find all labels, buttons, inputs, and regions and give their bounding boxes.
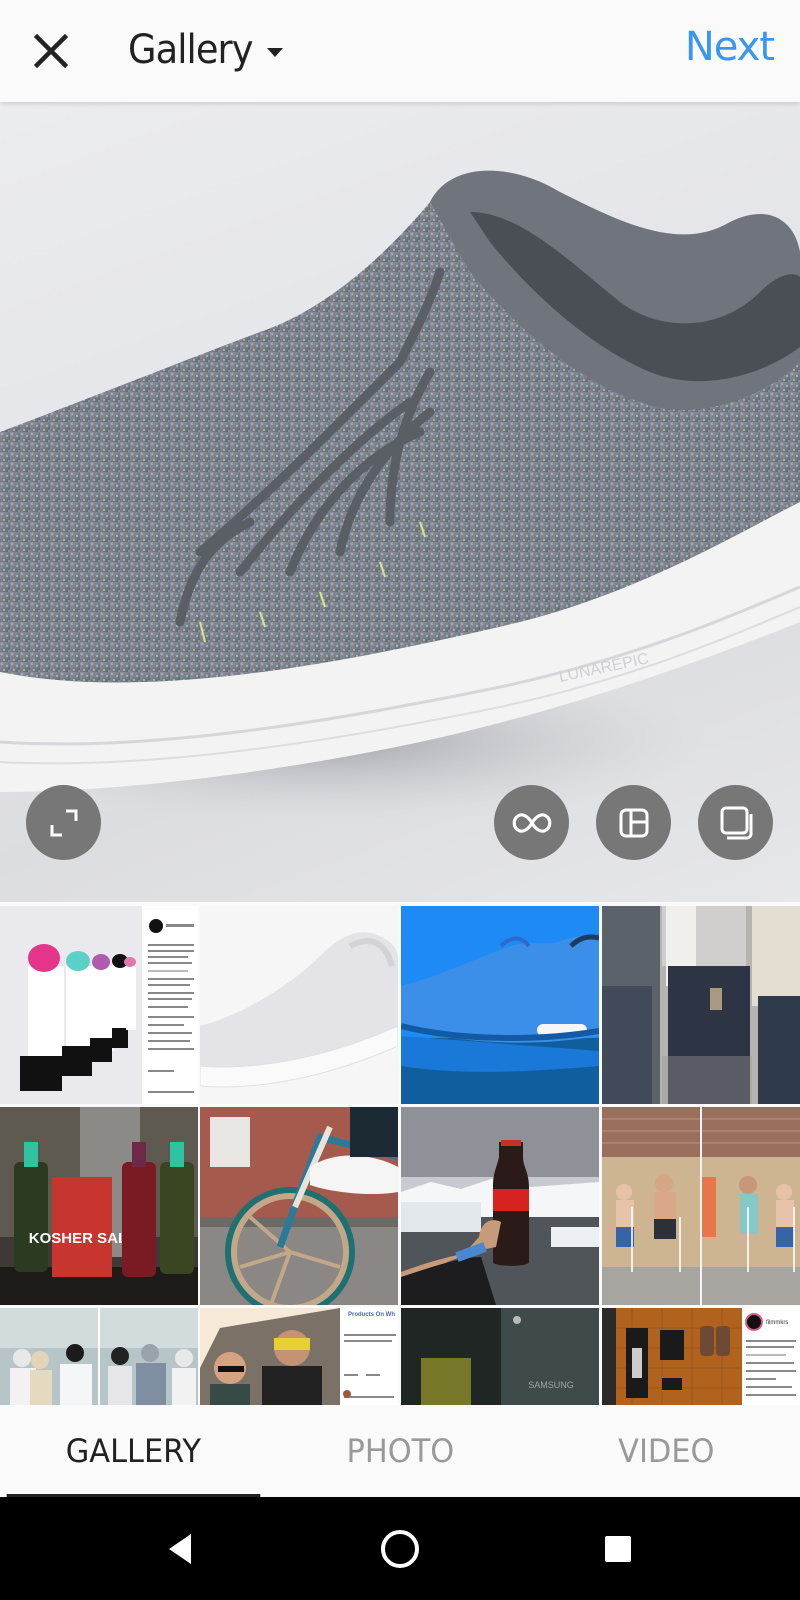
kosher-label: KOSHER SALT (29, 1230, 135, 1247)
thumbnail-blue-sneaker (401, 906, 599, 1104)
layout-button[interactable] (596, 785, 671, 860)
album-selector[interactable]: Gallery (128, 22, 284, 78)
mode-tabs: GALLERY PHOTO VIDEO (0, 1405, 800, 1497)
post-page: Products On Wh (348, 1312, 395, 1318)
gallery-thumbnail[interactable] (0, 1308, 198, 1405)
page-title: Gallery (128, 27, 254, 73)
photo-preview[interactable]: LUNAREPIC (0, 102, 800, 902)
gallery-thumbnail[interactable] (602, 1107, 800, 1305)
tab-video[interactable]: VIDEO (540, 1405, 793, 1497)
gallery-grid: KOSHER SALT Products On Wh SAMSUNG filmm… (0, 902, 800, 1405)
thumbnail-bmx-bike (200, 1107, 398, 1305)
layout-icon (619, 808, 648, 837)
home-icon (381, 1530, 419, 1568)
recents-button[interactable] (588, 1521, 648, 1577)
gallery-thumbnail[interactable]: SAMSUNG (401, 1308, 599, 1405)
select-multiple-button[interactable] (698, 785, 773, 860)
thumbnail-white-sneaker (200, 906, 398, 1104)
gallery-thumbnail[interactable] (401, 1107, 599, 1305)
back-button[interactable] (150, 1521, 210, 1577)
thumbnail-pedestrians (0, 1308, 198, 1405)
tab-gallery[interactable]: GALLERY (6, 1405, 260, 1497)
thumbnail-jeans (602, 906, 800, 1104)
preview-image: LUNAREPIC (0, 170, 800, 822)
infinity-icon (512, 812, 551, 833)
thumbnail-vr-glasses-post: Products On Wh (200, 1308, 398, 1405)
thumbnail-samsung: SAMSUNG (401, 1308, 599, 1405)
close-button[interactable] (28, 28, 74, 74)
gallery-thumbnail[interactable] (401, 906, 599, 1104)
caret-down-icon (267, 47, 284, 57)
multiple-select-icon (720, 806, 752, 839)
post-user: filmmkrs (766, 1320, 788, 1326)
gallery-thumbnail[interactable]: KOSHER SALT (0, 1107, 198, 1305)
gallery-thumbnail[interactable]: Products On Wh (200, 1308, 398, 1405)
app: Gallery Next LUNAREPIC KOSHER SALT Produ… (0, 0, 800, 1600)
thumbnail-fountain-kids (602, 1107, 800, 1305)
tab-photo[interactable]: PHOTO (273, 1405, 526, 1497)
header: Gallery Next (0, 0, 800, 102)
close-icon (34, 34, 68, 68)
home-button[interactable] (370, 1521, 430, 1577)
gallery-thumbnail[interactable] (0, 906, 198, 1104)
thumbnail-lipsticks (0, 906, 198, 1104)
thumbnail-coke-glacier (401, 1107, 599, 1305)
gallery-thumbnail[interactable]: filmmkrs (602, 1308, 800, 1405)
gallery-thumbnail[interactable] (200, 1107, 398, 1305)
system-navbar (0, 1497, 800, 1600)
recents-icon (605, 1536, 631, 1562)
thumbnail-camera-gear-post: filmmkrs (602, 1308, 800, 1405)
gallery-thumbnail[interactable] (602, 906, 800, 1104)
next-button[interactable]: Next (685, 24, 775, 70)
boomerang-button[interactable] (494, 785, 569, 860)
expand-icon (50, 809, 77, 836)
thumbnail-kosher-salt: KOSHER SALT (0, 1107, 198, 1305)
samsung-label: SAMSUNG (528, 1380, 574, 1390)
expand-crop-button[interactable] (26, 785, 101, 860)
back-icon (169, 1534, 191, 1564)
gallery-thumbnail[interactable] (200, 906, 398, 1104)
